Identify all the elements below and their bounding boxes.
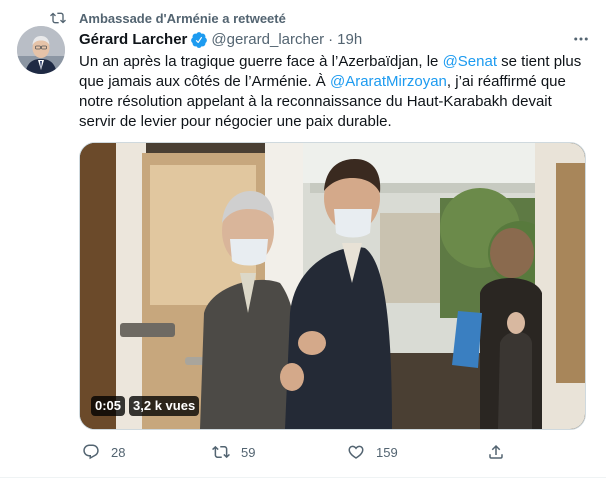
like-count: 159 (376, 444, 398, 460)
share-icon (487, 443, 505, 461)
avatar[interactable] (17, 26, 65, 74)
separator-dot: · (328, 31, 334, 48)
reply-button[interactable]: 28 (82, 441, 125, 463)
tweet-actions: 28 59 159 (79, 441, 519, 463)
video-thumbnail (80, 143, 585, 429)
tweet-text: Un an après la tragique guerre face à l’… (79, 52, 591, 132)
mention-link-ararat[interactable]: @AraratMirzoyan (330, 73, 447, 90)
tweet-timestamp[interactable]: 19h (337, 31, 362, 48)
reply-count: 28 (111, 444, 126, 460)
retweet-icon (212, 443, 230, 461)
mention-link-senat[interactable]: @Senat (443, 53, 497, 70)
retweet-button[interactable]: 59 (212, 441, 255, 463)
reply-icon (82, 443, 100, 461)
retweet-icon (50, 10, 66, 26)
video-badges: 0:05 3,2 k vues (91, 396, 203, 416)
video-player[interactable]: 0:05 3,2 k vues (79, 142, 586, 430)
tweet-header: Gérard Larcher @gerard_larcher · 19h (79, 30, 362, 49)
retweet-context-label: Ambassade d'Arménie a retweeté (79, 10, 286, 26)
like-button[interactable]: 159 (347, 441, 398, 463)
author-name[interactable]: Gérard Larcher (79, 31, 187, 48)
verified-badge-icon (190, 31, 208, 49)
retweet-context[interactable]: Ambassade d'Arménie a retweeté (50, 9, 286, 27)
more-options-icon[interactable] (572, 30, 590, 48)
video-duration-badge: 0:05 (91, 396, 126, 416)
tweet-text-part: Un an après la tragique guerre face à l’… (79, 53, 443, 70)
retweet-count: 59 (241, 444, 256, 460)
tweet[interactable]: Ambassade d'Arménie a retweeté Gérard La… (0, 0, 606, 478)
share-button[interactable] (487, 441, 505, 463)
author-handle[interactable]: @gerard_larcher (211, 31, 324, 48)
heart-icon (347, 443, 365, 461)
video-views-badge: 3,2 k vues (129, 396, 200, 416)
